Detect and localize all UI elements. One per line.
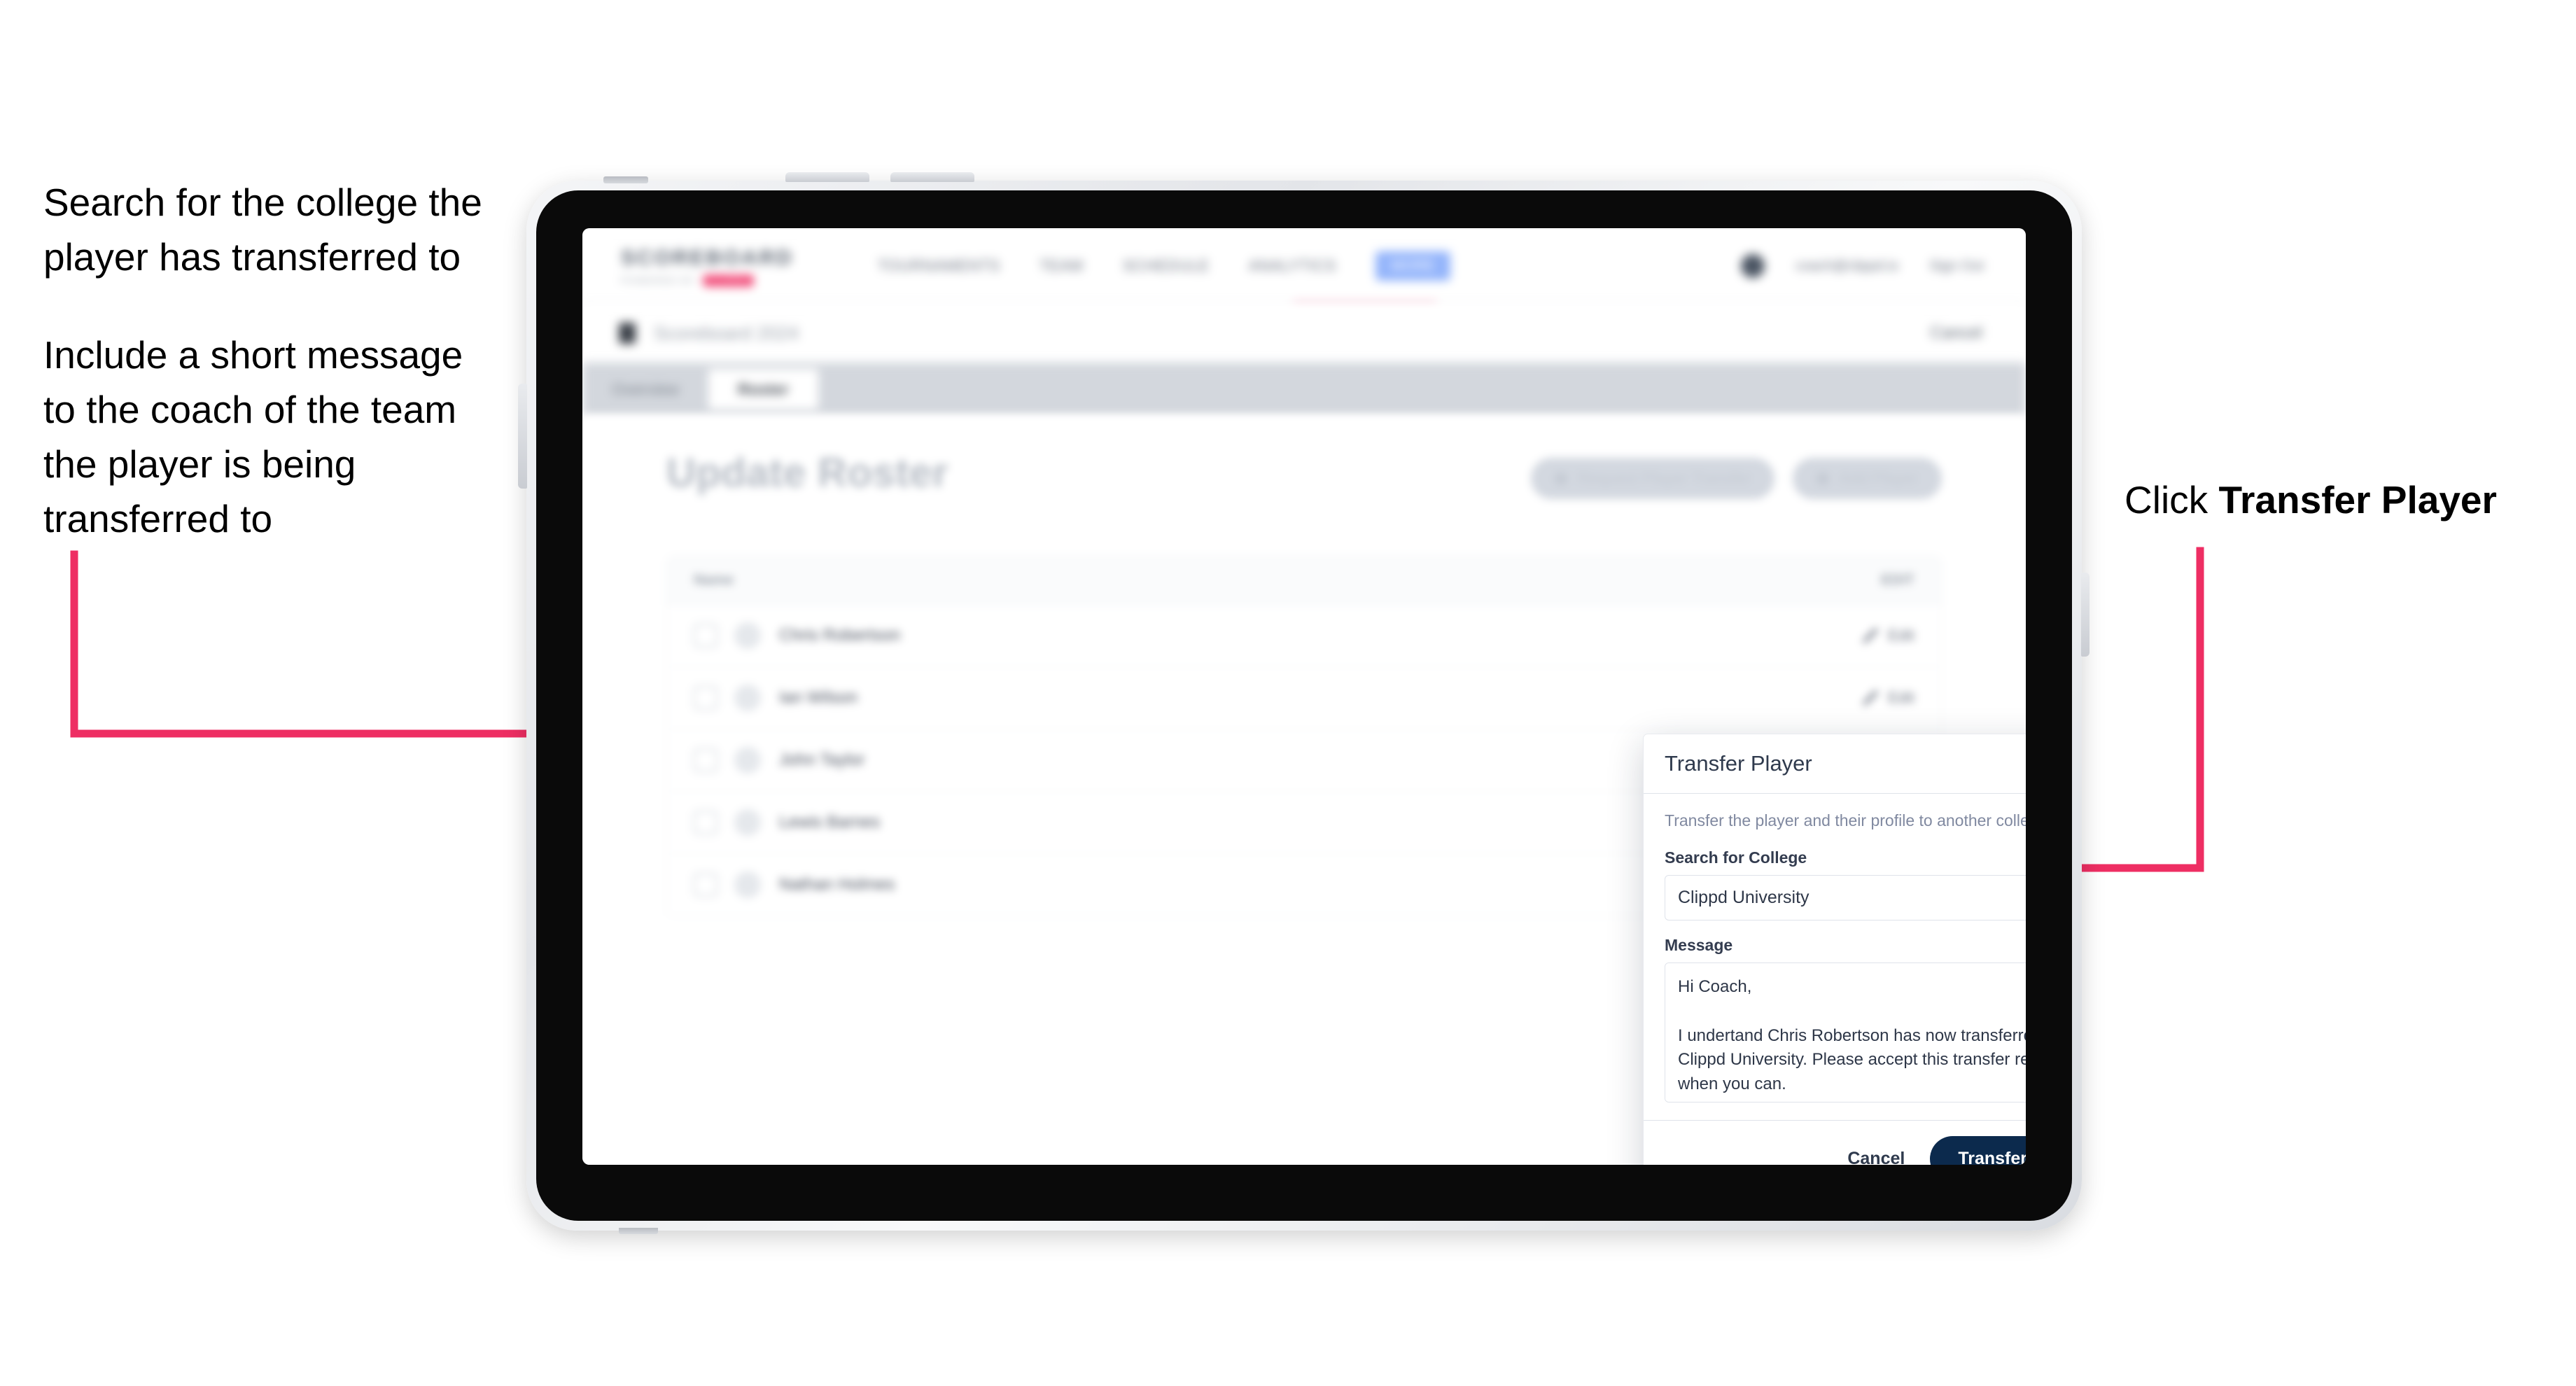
add-player-label: Add Player <box>1839 469 1918 487</box>
nav-user-email: coach@clippd.io <box>1795 258 1899 274</box>
transfer-player-button[interactable]: Transfer Player <box>1930 1136 2026 1165</box>
search-college-input[interactable] <box>1665 875 2026 920</box>
tab-overview[interactable]: Overview <box>582 363 708 416</box>
column-header-name: Name <box>694 572 734 588</box>
player-avatar <box>734 747 761 774</box>
dialog-description: Transfer the player and their profile to… <box>1665 811 2026 830</box>
row-checkbox[interactable] <box>694 811 718 834</box>
edit-player-link[interactable]: Edit <box>1863 626 1914 645</box>
bottom-port <box>619 1228 658 1234</box>
player-name: Lewis Barnes <box>779 813 881 832</box>
logo-subline: POWERED BY CLIPPD <box>621 274 794 286</box>
player-avatar <box>734 809 761 836</box>
side-button-right[interactable] <box>2081 573 2090 657</box>
annotation-text-include-message: Include a short message to the coach of … <box>43 333 474 541</box>
row-checkbox[interactable] <box>694 624 718 648</box>
plus-icon <box>1816 472 1830 485</box>
nav-item-analytics[interactable]: ANALYTICS <box>1249 257 1336 275</box>
tab-bar: Overview Roster <box>582 363 2026 416</box>
nav-item-more[interactable]: MORE <box>1375 251 1450 281</box>
table-row[interactable]: Chris Robertson Edit <box>667 605 1941 667</box>
app-logo[interactable]: SCOREBOARD POWERED BY CLIPPD <box>621 246 794 286</box>
dialog-header: Transfer Player <box>1644 734 2026 794</box>
navbar-links: TOURNAMENTS TEAM SCHEDULE ANALYTICS MORE <box>878 251 1450 281</box>
tab-roster[interactable]: Roster <box>708 369 818 410</box>
dialog-footer: Cancel Transfer Player <box>1644 1120 2026 1165</box>
annotation-right-bold: Transfer Player <box>2218 478 2497 522</box>
nav-item-team[interactable]: TEAM <box>1040 257 1084 275</box>
annotation-text-search-college: Search for the college the player has tr… <box>43 181 493 279</box>
search-college-label: Search for College <box>1665 848 1807 867</box>
cancel-button[interactable]: Cancel <box>1843 1143 1909 1165</box>
volume-up-button[interactable] <box>785 172 869 182</box>
breadcrumb-year: 2024 <box>757 322 799 344</box>
sub-header: Scoreboard 2024 Cancel <box>582 304 2026 363</box>
nav-item-schedule[interactable]: SCHEDULE <box>1123 257 1210 275</box>
scoreboard-icon <box>619 323 636 344</box>
column-header-edit: EDIT <box>1881 572 1914 588</box>
pencil-icon <box>1863 690 1879 706</box>
message-textarea[interactable] <box>1665 962 2026 1102</box>
player-avatar <box>734 685 761 711</box>
annotation-right-prefix: Click <box>2124 478 2219 522</box>
row-checkbox[interactable] <box>694 873 718 897</box>
field-gap <box>1665 920 2026 936</box>
transfer-icon <box>1555 472 1568 485</box>
player-avatar <box>734 622 761 649</box>
logo-wordmark: SCOREBOARD <box>621 246 794 270</box>
volume-down-button[interactable] <box>890 172 974 182</box>
message-label: Message <box>1665 936 1733 954</box>
sub-header-cancel-button[interactable]: Cancel <box>1930 323 1982 343</box>
avatar[interactable] <box>1741 254 1765 278</box>
breadcrumb-title: Scoreboard <box>654 322 752 344</box>
page-title: Update Roster <box>666 450 948 496</box>
edit-label: Edit <box>1888 689 1914 706</box>
edit-label: Edit <box>1888 626 1914 644</box>
player-name: Chris Robertson <box>779 626 901 645</box>
add-player-button[interactable]: Add Player <box>1793 458 1942 499</box>
player-name: Ian Wilson <box>779 688 858 707</box>
dialog-title: Transfer Player <box>1665 751 1812 776</box>
player-name: Nathan Holmes <box>779 875 895 894</box>
request-player-transfer-button[interactable]: Request Player Transfer <box>1531 458 1775 499</box>
roster-table-header: Name EDIT <box>667 556 1941 605</box>
edit-player-link[interactable]: Edit <box>1863 689 1914 707</box>
logo-brand-pill: CLIPPD <box>704 274 754 286</box>
page-action-buttons: Request Player Transfer Add Player <box>1531 458 1942 499</box>
tablet-screen: SCOREBOARD POWERED BY CLIPPD TOURNAMENTS… <box>582 228 2026 1165</box>
breadcrumb: Scoreboard 2024 <box>654 323 799 344</box>
player-name: John Taylor <box>779 750 865 769</box>
row-checkbox[interactable] <box>694 748 718 772</box>
player-avatar <box>734 872 761 898</box>
row-checkbox[interactable] <box>694 686 718 710</box>
power-button[interactable] <box>603 176 648 183</box>
app-navbar: SCOREBOARD POWERED BY CLIPPD TOURNAMENTS… <box>582 228 2026 305</box>
pencil-icon <box>1863 628 1879 643</box>
side-button-left[interactable] <box>518 384 527 489</box>
nav-sign-out[interactable]: Sign Out <box>1929 258 1984 274</box>
tablet-device-mockup: SCOREBOARD POWERED BY CLIPPD TOURNAMENTS… <box>518 172 2090 1234</box>
annotation-text-click-transfer: Click Transfer Player <box>2124 477 2497 522</box>
logo-powered-by: POWERED BY <box>621 275 697 286</box>
transfer-player-dialog: Transfer Player Transfer the player and … <box>1643 734 2026 1165</box>
request-player-transfer-label: Request Player Transfer <box>1577 469 1751 487</box>
dialog-body: Transfer the player and their profile to… <box>1644 794 2026 1120</box>
nav-item-tournaments[interactable]: TOURNAMENTS <box>878 257 1000 275</box>
table-row[interactable]: Ian Wilson Edit <box>667 667 1941 729</box>
navbar-user-area: coach@clippd.io Sign Out <box>1741 254 1984 278</box>
